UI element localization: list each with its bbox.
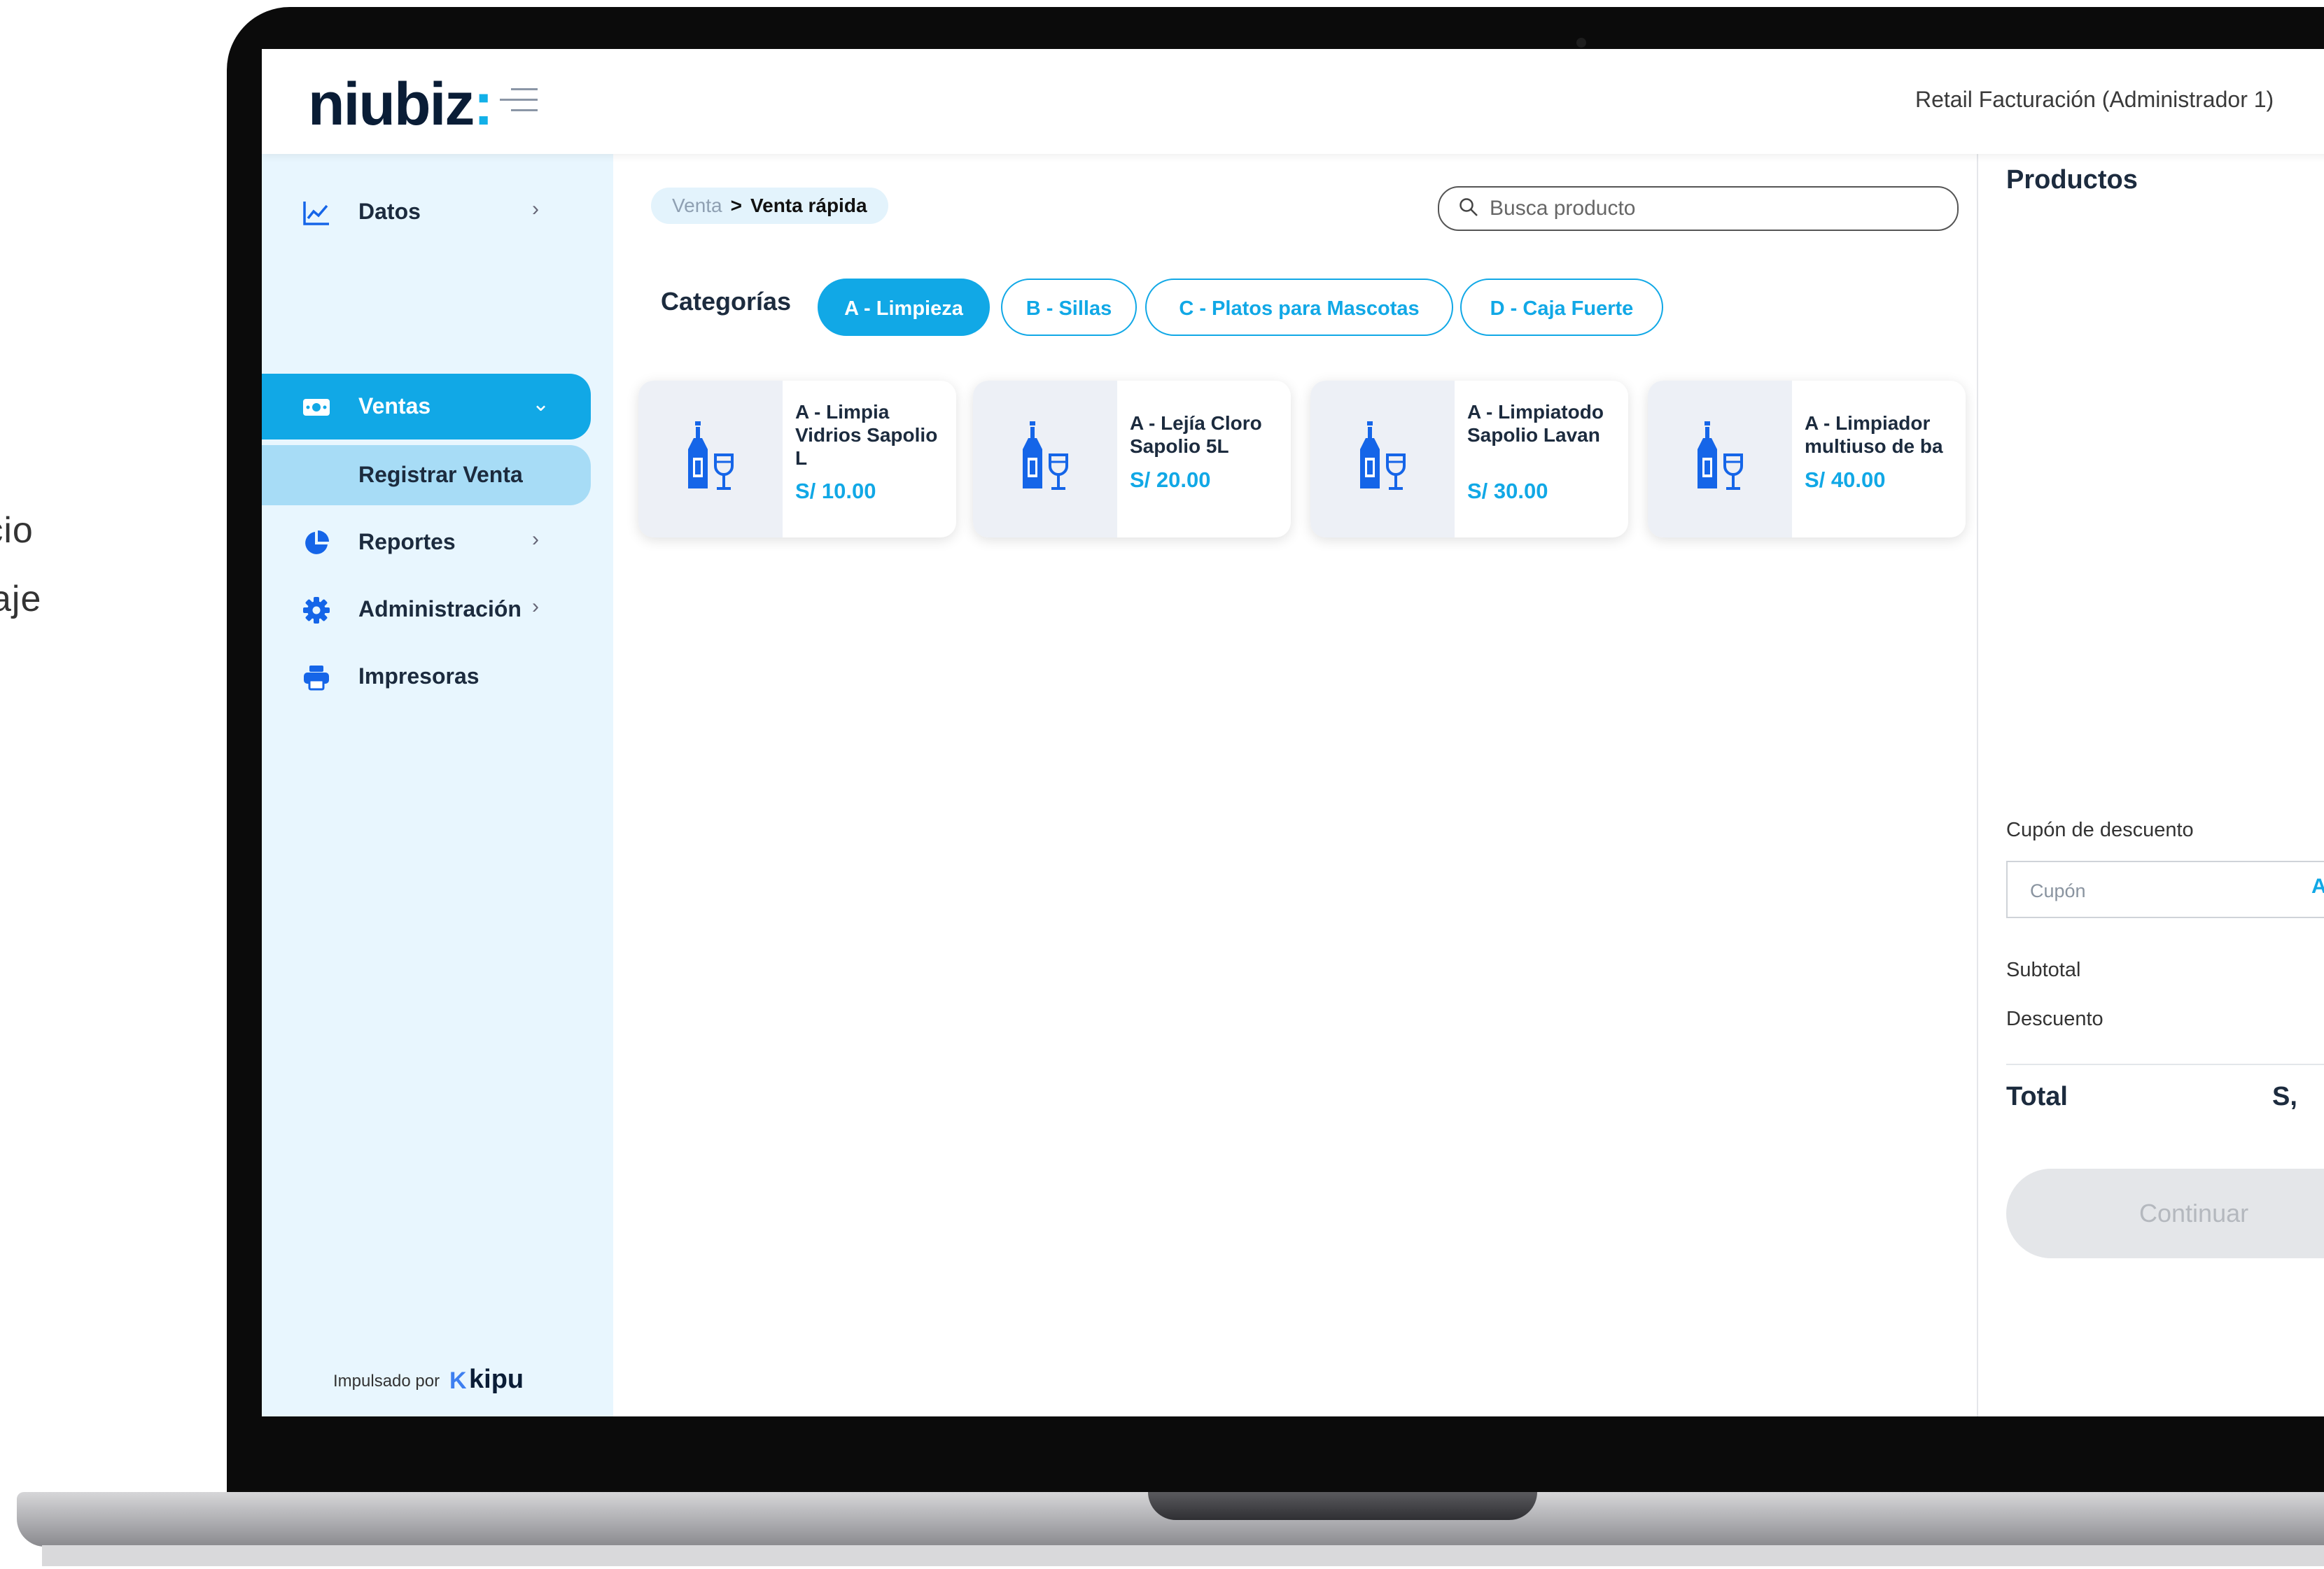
sidebar-item-label: Ventas: [358, 393, 431, 418]
product-thumbnail: [973, 381, 1117, 537]
chevron-right-icon: ›: [532, 528, 539, 551]
product-name: A - Lejía Cloro Sapolio 5L: [1130, 412, 1262, 457]
product-thumbnail: [1310, 381, 1455, 537]
app-screen: niubiz: Retail Facturación (Administrado…: [262, 49, 2324, 1416]
product-price: S/ 30.00: [1467, 479, 1548, 503]
chevron-right-icon: ›: [532, 595, 539, 618]
niubiz-logo[interactable]: niubiz:: [308, 70, 493, 139]
product-thumbnail: [1648, 381, 1792, 537]
coupon-apply-button[interactable]: A: [2311, 875, 2324, 899]
main-content: Venta > Venta rápida Categorías A - Limpie…: [613, 154, 1977, 1416]
sidebar-item-ventas[interactable]: Ventas ⌄: [262, 374, 591, 439]
search-input[interactable]: [1488, 195, 1939, 223]
bottle-glass-icon: [1023, 421, 1068, 490]
kipu-logo-icon: K: [449, 1367, 467, 1394]
powered-by-label: Impulsado por: [333, 1372, 440, 1391]
product-card[interactable]: A - Lejía Cloro Sapolio 5L S/ 20.00: [973, 381, 1291, 537]
logo-colon: :: [473, 71, 493, 138]
total-value: S,: [2272, 1082, 2297, 1111]
sidebar: Datos › Ventas ⌄ Registrar Venta Reporte…: [262, 154, 613, 1416]
chart-line-icon: [303, 202, 329, 225]
product-name: A - Limpiatodo Sapolio Lavan: [1467, 401, 1604, 446]
continue-button[interactable]: Continuar: [2006, 1169, 2324, 1258]
kipu-brand[interactable]: kipu: [469, 1365, 524, 1395]
category-chip-b-sillas[interactable]: B - Sillas: [1001, 279, 1137, 336]
product-card[interactable]: A - Limpiatodo Sapolio Lavan S/ 30.00: [1310, 381, 1628, 537]
category-chip-a-limpieza[interactable]: A - Limpieza: [818, 279, 990, 336]
search-icon: [1460, 198, 1478, 216]
product-thumbnail: [638, 381, 783, 537]
side-text-3: zaje: [0, 579, 42, 619]
categories-title: Categorías: [661, 287, 792, 316]
breadcrumb-current: Venta rápida: [750, 195, 867, 216]
cart-panel: Productos Cupón de descuento A Subtotal …: [1977, 154, 2324, 1416]
product-price: S/ 10.00: [795, 479, 876, 503]
sidebar-item-label: Datos: [358, 199, 421, 224]
total-label: Total: [2006, 1082, 2068, 1111]
pie-chart-icon: [305, 530, 329, 554]
sidebar-subitem-registrar-venta[interactable]: Registrar Venta: [262, 445, 591, 505]
product-name: A - Limpiador multiuso de ba: [1805, 412, 1943, 457]
coupon-label: Cupón de descuento: [2006, 819, 2194, 841]
cart-title: Productos: [2006, 165, 2138, 195]
product-search: [1438, 186, 1959, 231]
sidebar-item-impresoras[interactable]: Impresoras: [262, 644, 591, 710]
cash-icon: [303, 399, 330, 416]
hamburger-menu-icon[interactable]: [500, 88, 538, 116]
product-card[interactable]: A - Limpiador multiuso de ba S/ 40.00: [1648, 381, 1966, 537]
sidebar-item-label: Impresoras: [358, 663, 479, 689]
sidebar-item-datos[interactable]: Datos ›: [262, 179, 591, 245]
product-price: S/ 40.00: [1805, 467, 1886, 492]
sidebar-item-reportes[interactable]: Reportes ›: [262, 509, 591, 575]
printer-icon: [304, 666, 329, 691]
bottle-glass-icon: [1698, 421, 1743, 490]
laptop-shadow: [42, 1545, 2324, 1566]
bottle-glass-icon: [1360, 421, 1406, 490]
sidebar-subitem-label: Registrar Venta: [358, 462, 523, 487]
bottle-glass-icon: [688, 421, 734, 490]
breadcrumb-separator: >: [730, 195, 742, 216]
camera-dot: [1576, 38, 1586, 48]
breadcrumb-parent[interactable]: Venta: [672, 195, 722, 216]
category-chip-d-caja-fuerte[interactable]: D - Caja Fuerte: [1460, 279, 1663, 336]
user-role-label[interactable]: Retail Facturación (Administrador 1): [1915, 87, 2274, 113]
divider: [2006, 1064, 2324, 1065]
coupon-input[interactable]: [2029, 876, 2269, 906]
product-price: S/ 20.00: [1130, 467, 1211, 492]
breadcrumb: Venta > Venta rápida: [651, 188, 888, 224]
chevron-right-icon: ›: [532, 197, 539, 220]
top-bar: niubiz: Retail Facturación (Administrado…: [262, 49, 2324, 154]
sidebar-item-label: Administración: [358, 596, 522, 621]
laptop-notch: [1148, 1492, 1537, 1520]
sidebar-item-administracion[interactable]: Administración ›: [262, 577, 591, 642]
gear-icon: [303, 597, 330, 624]
coupon-field: A: [2006, 861, 2324, 918]
logo-text: niubiz: [308, 71, 475, 138]
product-name: A - Limpia Vidrios Sapolio L: [795, 401, 938, 469]
category-chip-c-platos-para-mascotas[interactable]: C - Platos para Mascotas: [1145, 279, 1453, 336]
side-text-2: rcio: [0, 510, 34, 551]
subtotal-label: Subtotal: [2006, 959, 2081, 981]
discount-label: Descuento: [2006, 1008, 2104, 1030]
chevron-down-icon: ⌄: [532, 393, 550, 416]
product-card[interactable]: A - Limpia Vidrios Sapolio L S/ 10.00: [638, 381, 956, 537]
sidebar-item-label: Reportes: [358, 529, 456, 554]
